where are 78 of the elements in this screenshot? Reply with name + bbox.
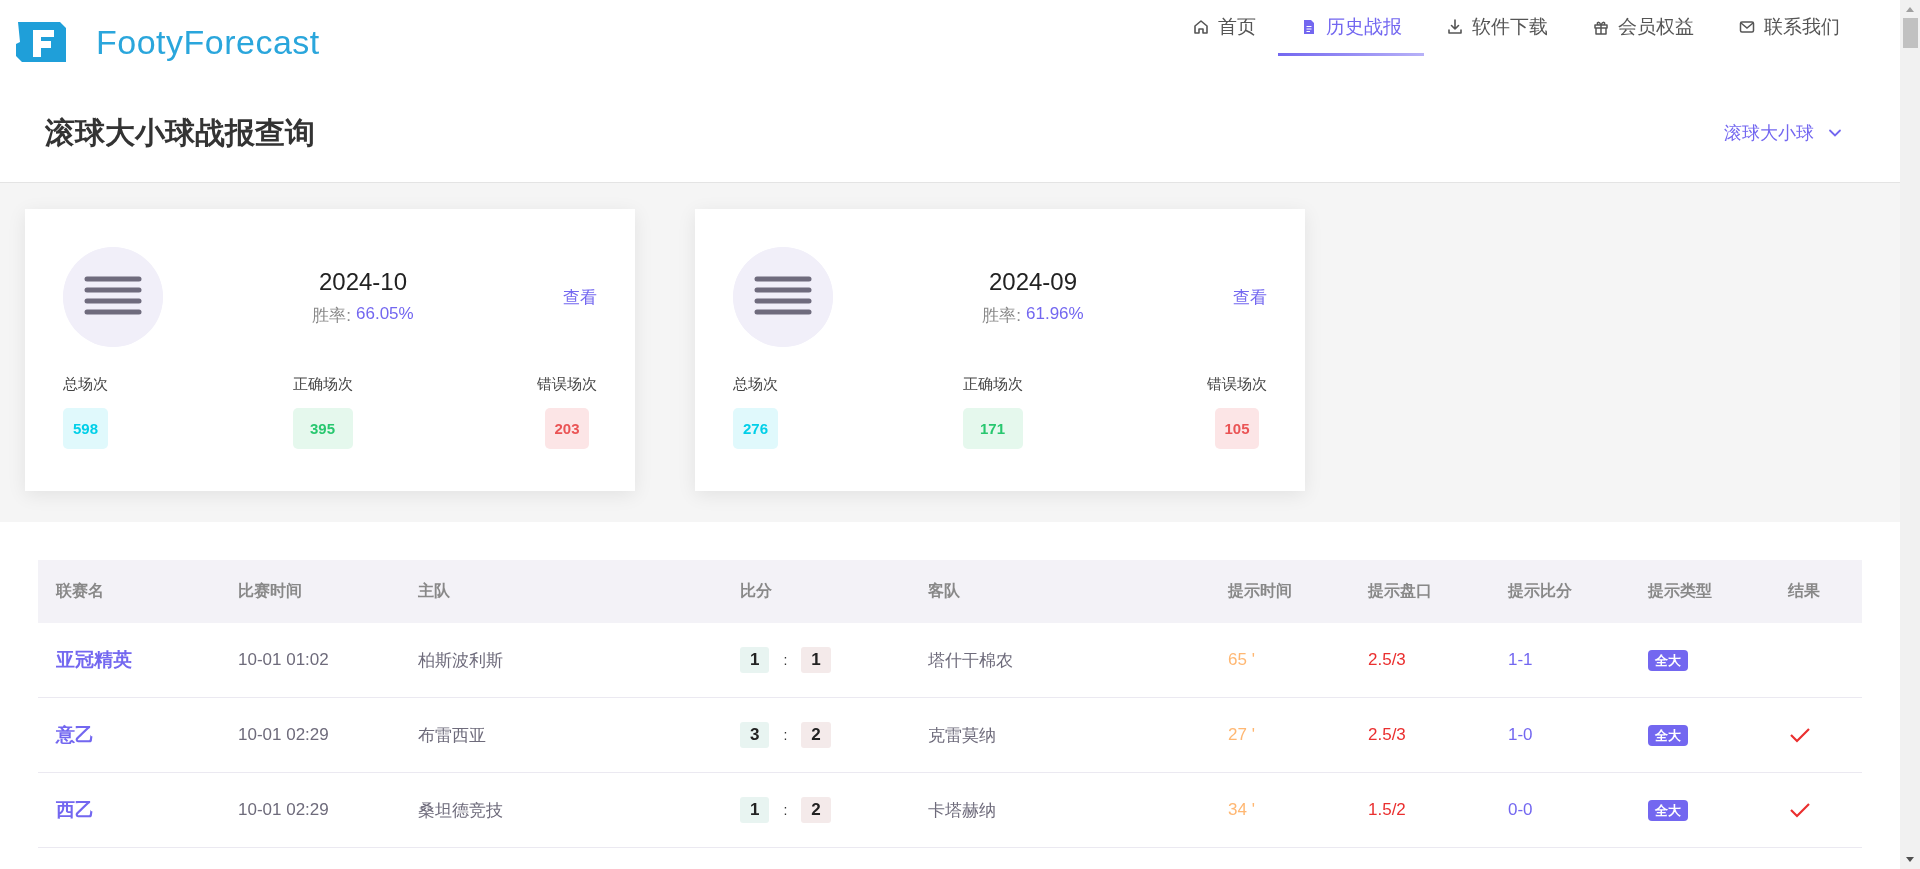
brand-name[interactable]: FootyForecast	[96, 22, 320, 62]
score-separator: :	[783, 652, 788, 668]
column-header: 提示时间	[1210, 560, 1350, 623]
tip-time: 34 '	[1228, 800, 1255, 819]
stat-count: 276	[733, 408, 778, 449]
stat-count: 395	[292, 408, 353, 449]
column-header: 提示比分	[1490, 560, 1630, 623]
stat-count: 105	[1215, 408, 1259, 449]
page-title: 滚球大小球战报查询	[45, 114, 315, 151]
tip-type-tag: 全大	[1648, 800, 1688, 821]
category-dropdown[interactable]: 滚球大小球	[1716, 117, 1850, 149]
report-month: 2024-10	[318, 267, 408, 296]
away-score: 2	[801, 797, 831, 823]
match-time: 10-01 02:29	[238, 725, 329, 744]
report-month: 2024-09	[988, 267, 1078, 296]
column-header: 主队	[400, 560, 722, 623]
stat-label: 总场次	[733, 375, 778, 394]
column-header: 联赛名	[38, 560, 220, 623]
win-rate-label: 胜率:	[982, 304, 1022, 327]
nav-tab[interactable]: 联系我们	[1716, 0, 1862, 56]
column-header: 比分	[722, 560, 910, 623]
stat-label: 错误场次	[537, 375, 597, 394]
away-score: 1	[801, 647, 831, 673]
stat-label: 正确场次	[292, 375, 353, 394]
nav-tab[interactable]: 软件下载	[1424, 0, 1570, 56]
tip-line: 1.5/2	[1368, 800, 1406, 819]
column-header: 结果	[1770, 560, 1862, 623]
download-icon	[1446, 17, 1464, 36]
column-header: 客队	[910, 560, 1210, 623]
logo-icon	[16, 22, 68, 62]
scrollbar[interactable]	[1900, 0, 1920, 869]
home-team: 桑坦德竞技	[418, 800, 503, 820]
win-rate-label: 胜率:	[312, 304, 352, 327]
home-score: 1	[740, 797, 770, 823]
league-name[interactable]: 意乙	[56, 724, 94, 745]
win-rate: 66.05%	[356, 303, 414, 325]
tip-line: 2.5/3	[1368, 650, 1406, 669]
tip-score: 0-0	[1508, 800, 1533, 819]
score-separator: :	[783, 727, 788, 743]
league-name[interactable]: 亚冠精英	[56, 649, 132, 670]
away-team: 塔什干棉农	[928, 650, 1013, 670]
home-score: 1	[740, 647, 770, 673]
win-rate: 61.96%	[1026, 303, 1084, 325]
column-header: 提示类型	[1630, 560, 1770, 623]
stat-label: 错误场次	[1207, 375, 1267, 394]
stat-count: 203	[545, 408, 589, 449]
home-team: 柏斯波利斯	[418, 650, 503, 670]
stat-label: 正确场次	[962, 375, 1023, 394]
home-score: 3	[740, 722, 770, 748]
check-icon	[1788, 800, 1812, 820]
scrollbar-thumb[interactable]	[1902, 18, 1918, 48]
tip-time: 65 '	[1228, 650, 1255, 669]
nav-tab[interactable]: 历史战报	[1278, 0, 1424, 56]
away-score: 2	[801, 722, 831, 748]
tip-score: 1-0	[1508, 725, 1533, 744]
tip-type-tag: 全大	[1648, 650, 1688, 671]
column-header: 比赛时间	[220, 560, 400, 623]
stat-count: 598	[63, 408, 108, 449]
stat-count: 171	[962, 408, 1023, 449]
home-team: 布雷西亚	[418, 725, 486, 745]
match-time: 10-01 02:29	[238, 800, 329, 819]
view-link[interactable]: 查看	[563, 285, 597, 309]
away-team: 克雷莫纳	[928, 725, 996, 745]
nav-tab[interactable]: 首页	[1170, 0, 1278, 56]
nav-tab[interactable]: 会员权益	[1570, 0, 1716, 56]
view-link[interactable]: 查看	[1233, 285, 1267, 309]
match-time: 10-01 01:02	[238, 650, 329, 669]
tip-score: 1-1	[1508, 650, 1533, 669]
tip-line: 2.5/3	[1368, 725, 1406, 744]
score-separator: :	[783, 802, 788, 818]
away-team: 卡塔赫纳	[928, 800, 996, 820]
home-icon	[1192, 17, 1210, 36]
league-name[interactable]: 西乙	[56, 799, 94, 820]
column-header: 提示盘口	[1350, 560, 1490, 623]
tip-type-tag: 全大	[1648, 725, 1688, 746]
tip-time: 27 '	[1228, 725, 1255, 744]
check-icon	[1788, 725, 1812, 745]
stat-label: 总场次	[63, 375, 108, 394]
